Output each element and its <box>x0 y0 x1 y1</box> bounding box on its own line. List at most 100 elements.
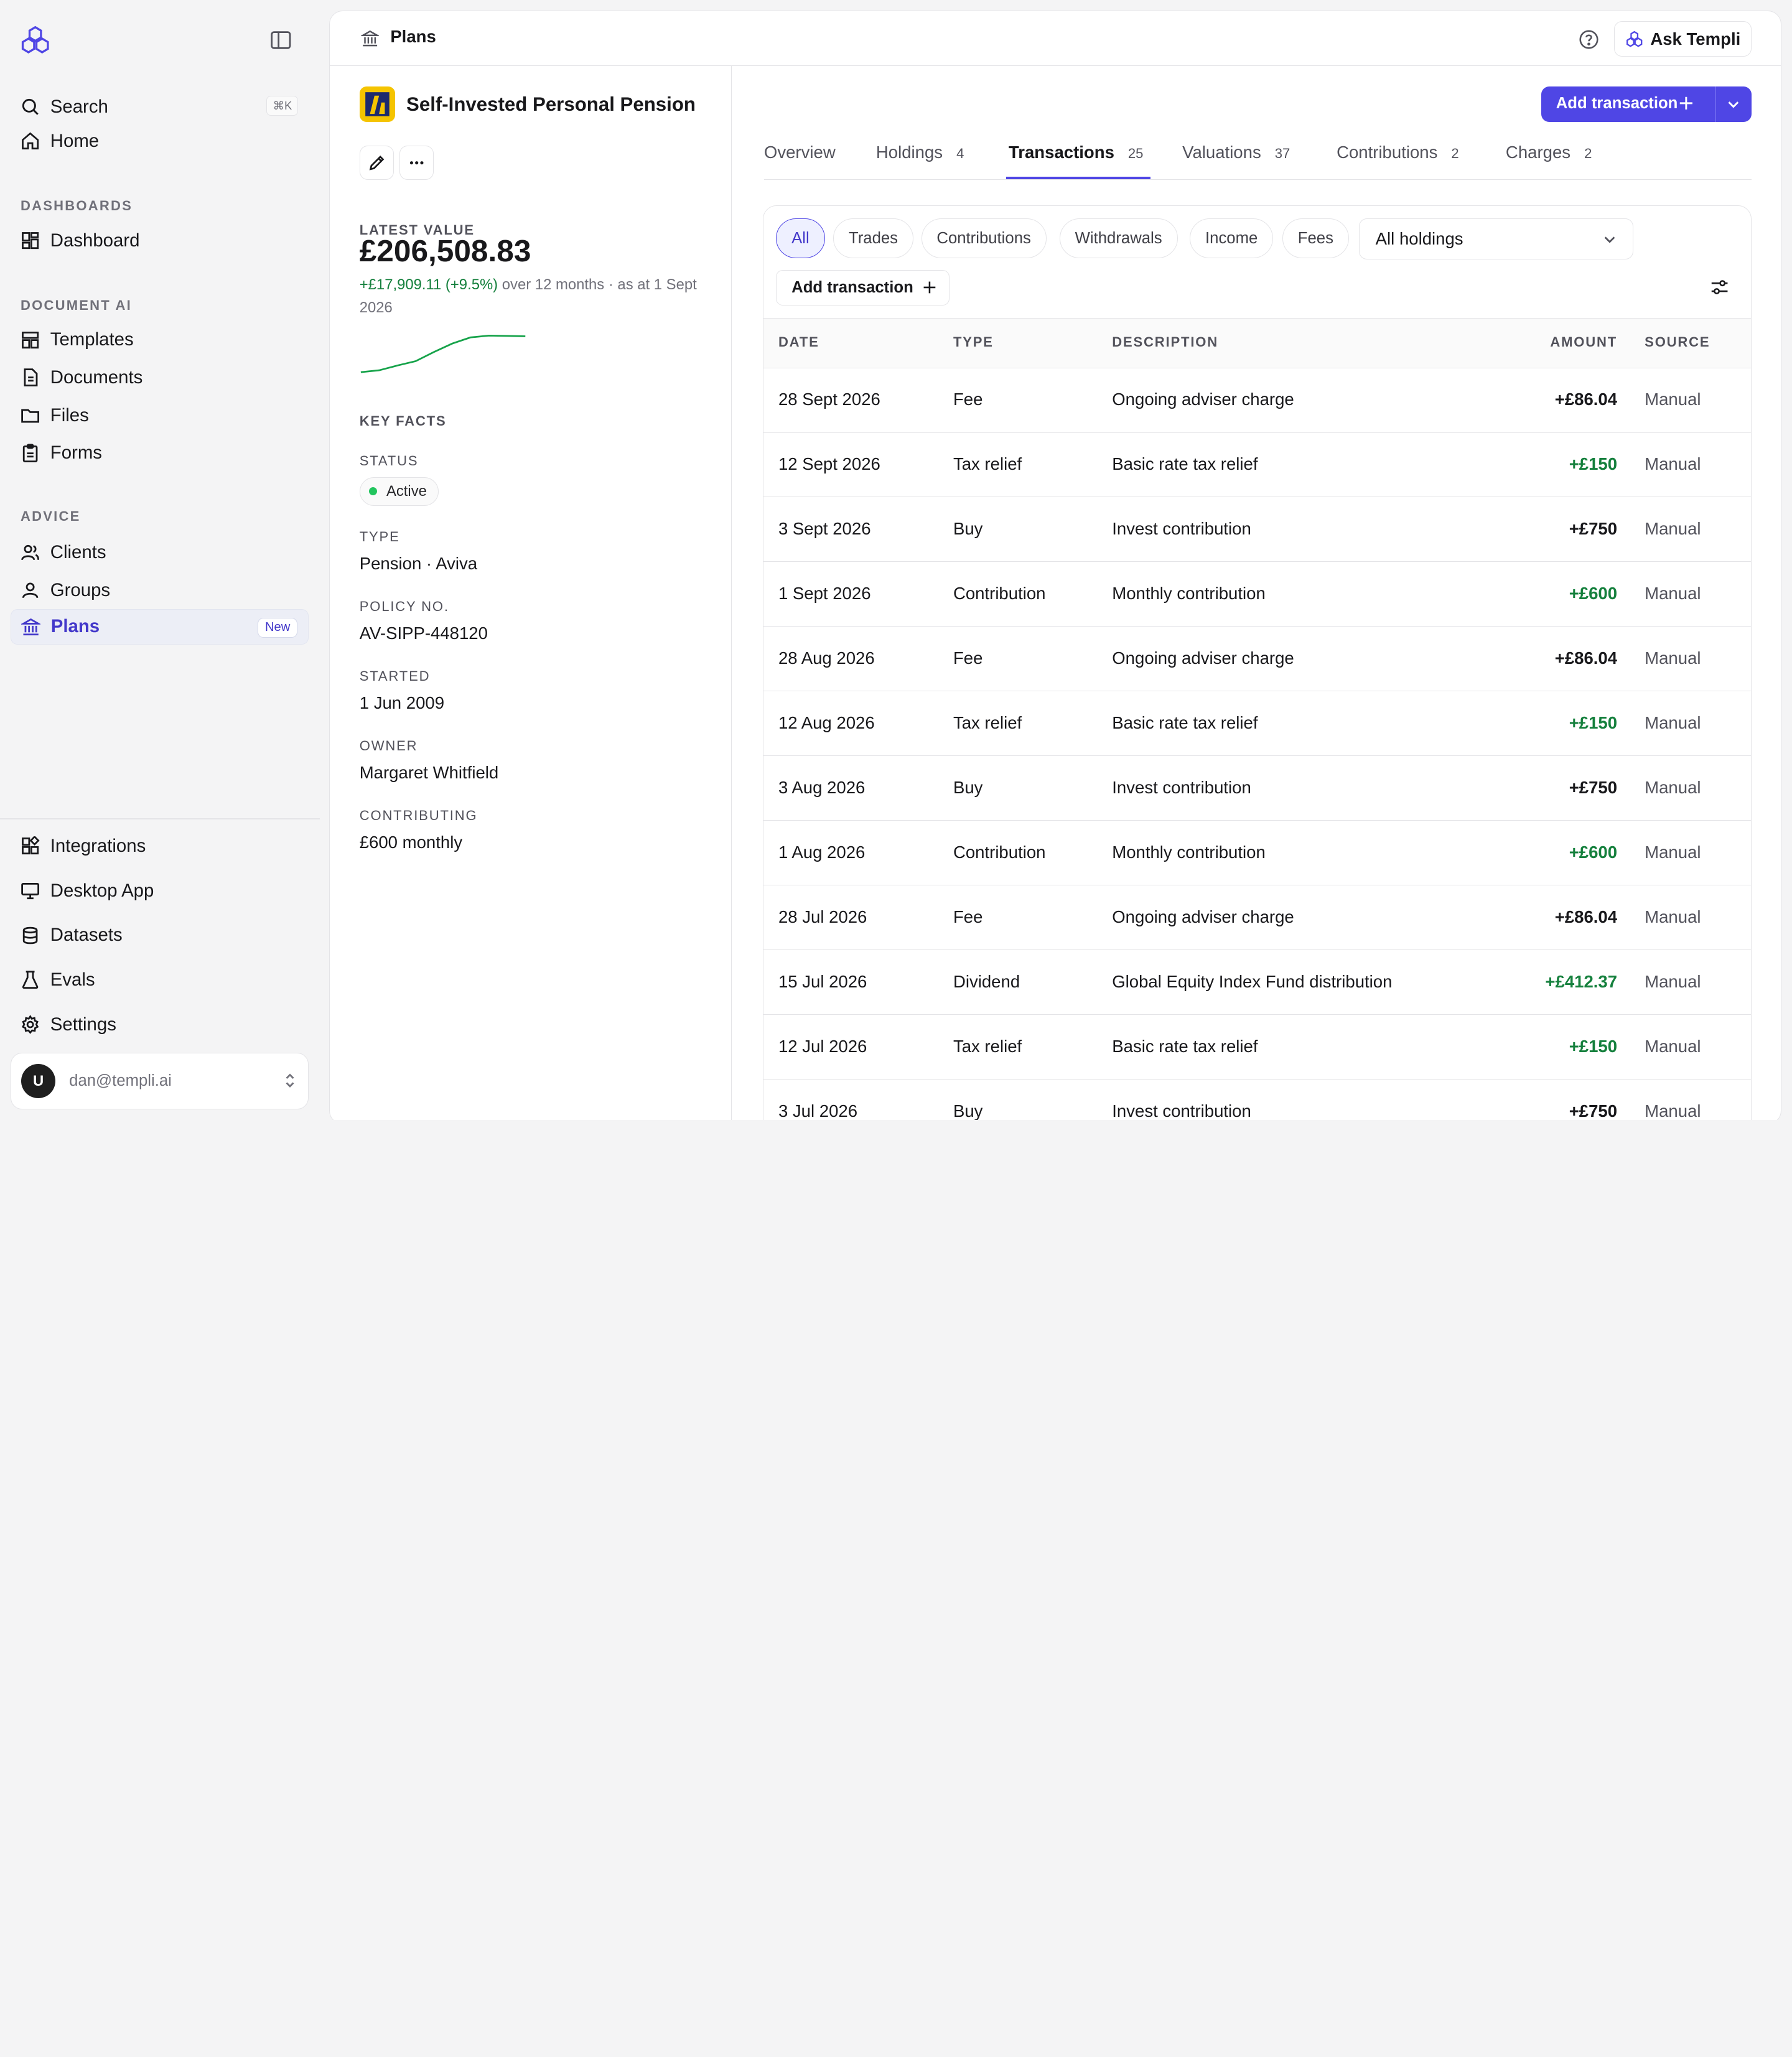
user-menu[interactable]: U dan@templi.ai <box>10 1052 309 1110</box>
ask-templi-button[interactable]: Ask Templi <box>1614 21 1752 57</box>
table-row[interactable]: 3 Sept 2026 Buy Invest contribution +£750 Ma… <box>763 497 1751 562</box>
filter-chip-trades[interactable]: Trades <box>833 218 913 259</box>
cell-amount: +£600 <box>1569 584 1618 604</box>
sidebar-item-label: Datasets <box>50 925 123 946</box>
cell-amount: +£750 <box>1569 519 1618 539</box>
monitor-icon <box>21 883 40 900</box>
sidebar-item-files[interactable]: Files <box>11 398 309 433</box>
users-icon <box>21 545 40 561</box>
bank-icon <box>360 30 379 47</box>
main-panel: Plans Ask Templi Self-Invested Personal … <box>329 10 1782 1120</box>
sidebar-item-forms[interactable]: Forms <box>11 436 309 471</box>
sidebar-item-templates[interactable]: Templates <box>11 322 309 358</box>
filter-chip-income[interactable]: Income <box>1190 218 1274 259</box>
table-row[interactable]: 3 Aug 2026 Buy Invest contribution +£750 Man… <box>763 756 1751 821</box>
tab-valuations[interactable]: Valuations 37 <box>1182 142 1290 162</box>
sidebar-item-label: Groups <box>50 579 111 600</box>
cell-amount: +£412.37 <box>1545 972 1618 992</box>
started-value: 1 Jun 2009 <box>359 693 445 713</box>
help-icon[interactable] <box>1579 29 1599 50</box>
tab-charges[interactable]: Charges 2 <box>1506 142 1592 162</box>
table-row[interactable]: 28 Aug 2026 Fee Ongoing adviser charge +£86… <box>763 627 1751 692</box>
cell-description: Invest contribution <box>1112 519 1251 539</box>
table-row[interactable]: 3 Jul 2026 Buy Invest contribution +£750 Man… <box>763 1080 1751 1120</box>
tab-count: 4 <box>956 145 964 161</box>
templates-icon <box>22 331 39 348</box>
tab-label: Contributions <box>1337 142 1438 162</box>
table-row[interactable]: 1 Aug 2026 Contribution Monthly contributi… <box>763 821 1751 886</box>
cell-source: Manual <box>1645 454 1701 474</box>
cell-date: 3 Aug 2026 <box>778 778 866 798</box>
add-transaction-inline-button[interactable]: Add transaction <box>776 269 950 306</box>
column-header-amount[interactable]: AMOUNT <box>1550 334 1617 350</box>
table-row[interactable]: 12 Aug 2026 Tax relief Basic rate tax reli… <box>763 691 1751 757</box>
dashboard-icon <box>22 232 39 250</box>
sidebar-item-integrations[interactable]: Integrations <box>11 829 309 864</box>
column-header-source[interactable]: SOURCE <box>1645 334 1710 350</box>
sidebar-item-datasets[interactable]: Datasets <box>11 918 309 953</box>
new-badge: New <box>257 617 298 638</box>
sidebar-item-plans[interactable]: Plans New <box>10 609 309 645</box>
breadcrumb[interactable]: Plans <box>390 27 436 47</box>
table-row[interactable]: 12 Jul 2026 Tax relief Basic rate tax reli… <box>763 1015 1751 1080</box>
cell-date: 28 Sept 2026 <box>778 389 880 409</box>
cell-type: Fee <box>953 907 983 927</box>
top-bar: Plans Ask Templi <box>329 11 1781 66</box>
group-icon <box>22 582 39 599</box>
tab-holdings[interactable]: Holdings 4 <box>876 142 964 162</box>
tab-contributions[interactable]: Contributions 2 <box>1337 142 1459 162</box>
filter-chip-withdrawals[interactable]: Withdrawals <box>1059 218 1178 259</box>
sidebar-item-evals[interactable]: Evals <box>11 963 309 998</box>
sidebar-item-desktop-app[interactable]: Desktop App <box>11 873 309 908</box>
cell-date: 12 Sept 2026 <box>778 454 880 474</box>
templi-logo-icon[interactable] <box>19 25 51 55</box>
transactions-table-body: 28 Sept 2026 Fee Ongoing adviser charge +£8… <box>763 368 1751 1120</box>
add-transaction-label: Add transaction <box>1556 94 1678 112</box>
sidebar-item-dashboard[interactable]: Dashboard <box>11 223 309 258</box>
table-row[interactable]: 12 Sept 2026 Tax relief Basic rate tax rel… <box>763 433 1751 498</box>
cell-source: Manual <box>1645 907 1701 927</box>
table-row[interactable]: 28 Sept 2026 Fee Ongoing adviser charge +£8… <box>763 368 1751 433</box>
started-label: STARTED <box>359 668 431 684</box>
holdings-select[interactable]: All holdings <box>1358 218 1633 260</box>
aviva-logo-icon <box>365 91 390 116</box>
edit-button[interactable] <box>359 146 394 180</box>
table-row[interactable]: 1 Sept 2026 Contribution Monthly contribut… <box>763 562 1751 627</box>
sidebar-item-groups[interactable]: Groups <box>11 572 309 608</box>
filter-chip-all[interactable]: All <box>776 218 825 259</box>
sidebar-divider <box>0 818 320 819</box>
tab-transactions[interactable]: Transactions 25 <box>1009 142 1143 162</box>
sliders-icon[interactable] <box>1710 278 1729 297</box>
chevron-down-icon[interactable] <box>1725 96 1742 113</box>
cell-source: Manual <box>1645 389 1701 409</box>
column-header-description[interactable]: DESCRIPTION <box>1112 334 1218 350</box>
column-header-type[interactable]: TYPE <box>953 334 994 350</box>
tab-label: Charges <box>1505 142 1571 162</box>
sidebar-item-documents[interactable]: Documents <box>11 360 309 396</box>
table-row[interactable]: 15 Jul 2026 Dividend Global Equity Index F… <box>763 950 1751 1015</box>
sidebar-toggle-icon[interactable] <box>269 30 292 50</box>
filter-chip-contributions[interactable]: Contributions <box>921 218 1047 259</box>
cell-description: Monthly contribution <box>1112 584 1266 604</box>
sidebar-item-search[interactable]: Search ⌘K <box>11 89 309 124</box>
sidebar-item-home[interactable]: Home <box>11 123 309 159</box>
sidebar-item-settings[interactable]: Settings <box>11 1007 309 1042</box>
add-transaction-button[interactable]: Add transaction <box>1541 86 1752 122</box>
more-options-button[interactable] <box>399 146 434 180</box>
contributing-label: CONTRIBUTING <box>359 807 478 823</box>
cell-description: Basic rate tax relief <box>1112 713 1258 733</box>
tab-overview[interactable]: Overview <box>764 142 836 162</box>
transactions-card: All Trades Contributions Withdrawals Inc… <box>763 205 1752 1120</box>
cell-source: Manual <box>1645 778 1701 798</box>
cell-date: 15 Jul 2026 <box>778 972 867 992</box>
cell-description: Invest contribution <box>1112 778 1251 798</box>
cell-source: Manual <box>1645 1101 1701 1120</box>
table-row[interactable]: 28 Jul 2026 Fee Ongoing adviser charge +£86… <box>763 885 1751 951</box>
cell-amount: +£86.04 <box>1554 389 1618 409</box>
cell-description: Ongoing adviser charge <box>1112 907 1294 927</box>
filter-chip-fees[interactable]: Fees <box>1282 218 1349 259</box>
plan-provider-logo <box>359 86 395 122</box>
section-label-dashboards: DASHBOARDS <box>21 197 133 213</box>
column-header-date[interactable]: DATE <box>778 334 819 350</box>
sidebar-item-clients[interactable]: Clients <box>11 535 309 571</box>
